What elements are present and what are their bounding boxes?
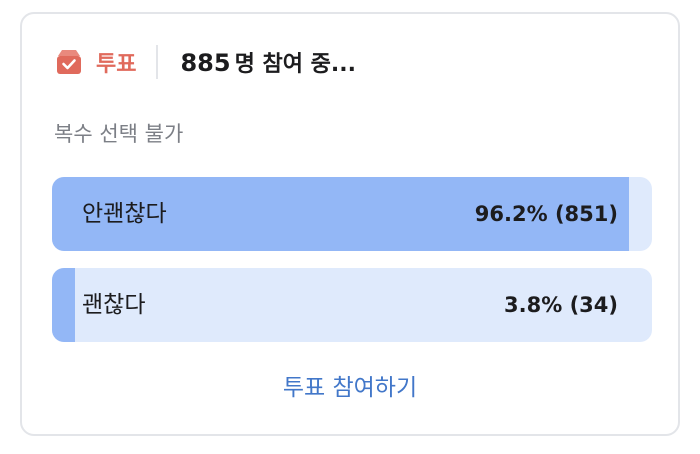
poll-type-label: 투표 bbox=[96, 52, 137, 77]
poll-option[interactable]: 괜찮다 3.8% (34) bbox=[52, 268, 652, 342]
option-label: 괜찮다 bbox=[82, 292, 146, 318]
option-result-bar bbox=[52, 268, 75, 342]
participant-count: 885 명 참여 중... bbox=[180, 46, 355, 78]
poll-header: 투표 885 명 참여 중... bbox=[54, 42, 356, 82]
poll-option[interactable]: 안괜찮다 96.2% (851) bbox=[52, 177, 652, 251]
participant-number: 885 bbox=[180, 49, 231, 77]
option-result: 96.2% (851) bbox=[474, 202, 618, 226]
participant-suffix: 명 참여 중... bbox=[234, 52, 356, 77]
join-vote-button[interactable]: 투표 참여하기 bbox=[22, 368, 678, 402]
option-label: 안괜찮다 bbox=[82, 201, 167, 227]
header-divider bbox=[156, 45, 159, 79]
poll-card: 투표 885 명 참여 중... 복수 선택 불가 안괜찮다 96.2% (85… bbox=[20, 12, 680, 436]
ballot-box-icon bbox=[54, 47, 84, 77]
option-result: 3.8% (34) bbox=[504, 293, 618, 317]
selection-rule: 복수 선택 불가 bbox=[54, 122, 184, 146]
